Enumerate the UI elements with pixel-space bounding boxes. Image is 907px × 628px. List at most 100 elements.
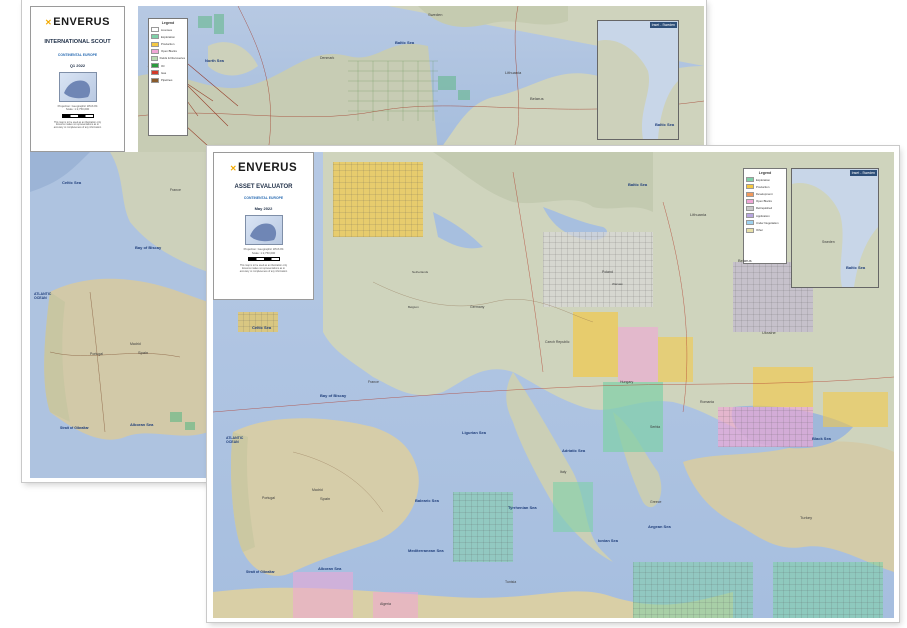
front-label-warsaw: Warsaw <box>612 282 623 286</box>
back-legend-label: Fields & Discoveries <box>159 56 185 61</box>
front-scale-line: Scale: 1:2,750,000 <box>251 250 276 255</box>
back-label-denmark: Denmark <box>320 56 335 60</box>
back-legend-label: Open Blocks <box>161 49 177 54</box>
front-footer-note: This map is to be used as an illustratio… <box>214 264 313 274</box>
back-legend-swatch <box>151 55 158 61</box>
front-label-tyrrhenian-sea: Tyrrhenian Sea <box>508 505 537 510</box>
back-card-title: INTERNATIONAL SCOUT <box>44 39 111 45</box>
front-card-date: May 2022 <box>254 206 273 212</box>
back-map-lower-area <box>30 152 208 478</box>
front-legend-label: Production <box>756 184 770 189</box>
back-locator-map <box>58 71 97 102</box>
front-legend-item: Development <box>746 191 784 197</box>
back-legend-item: Production <box>151 41 185 47</box>
front-label-madrid: Madrid <box>312 488 323 492</box>
front-legend-item: Other <box>746 227 784 233</box>
back-legend-item: Exploration <box>151 34 185 40</box>
front-legend-swatch <box>746 184 754 190</box>
front-label-belgium: Belgium <box>408 305 419 309</box>
front-label-ligurian-sea: Ligurian Sea <box>462 430 487 435</box>
front-locator-map <box>244 215 283 246</box>
front-legend-label: Other <box>756 228 763 232</box>
front-legend-label: Development <box>756 192 773 197</box>
back-legend: Legend Licenses Exploration Production Open… <box>148 18 188 136</box>
back-footer-note: This map is to be used as an illustratio… <box>31 121 124 131</box>
back-label-lithuania: Lithuania <box>505 70 522 75</box>
front-label-serbia: Serbia <box>650 425 661 429</box>
back-label-bay-of-biscay: Bay of Biscay <box>135 245 162 250</box>
back-legend-label: Licenses <box>161 27 173 32</box>
front-legend-label: Exploration <box>756 177 770 182</box>
front-label-aegean-sea: Aegean Sea <box>648 524 671 529</box>
front-label-adriatic-sea: Adriatic Sea <box>562 448 586 453</box>
front-label-celtic-sea: Celtic Sea <box>252 325 272 330</box>
back-legend-swatch <box>151 27 159 33</box>
back-projection: Projection: Geographic WGS 84 Scale: 1:2… <box>31 104 124 112</box>
front-label-portugal: Portugal <box>262 496 276 500</box>
back-label-france: France <box>170 188 181 192</box>
front-label-czech-republic: Czech Republic <box>545 340 570 344</box>
front-label-spain: Spain <box>320 496 331 501</box>
back-card-subtitle: CONTINENTAL EUROPE <box>57 52 98 57</box>
back-legend-label: Oil <box>161 63 165 68</box>
back-label-north-sea: North Sea <box>205 58 224 63</box>
back-legend-swatch <box>151 34 159 40</box>
front-legend-item: Production <box>746 184 784 190</box>
front-logo-text: ENVERUS <box>238 162 298 174</box>
back-legend-label: Pipelines <box>161 78 173 82</box>
back-legend-swatch <box>151 63 159 69</box>
front-label-hungary: Hungary <box>620 380 634 384</box>
front-legend-swatch <box>746 198 754 204</box>
front-legend-item: Under Negotiation <box>746 220 784 226</box>
front-card-subtitle: CONTINENTAL EUROPE <box>243 196 284 201</box>
front-label-alboran-sea: Alboran Sea <box>318 566 342 571</box>
front-label-balearic-sea: Balearic Sea <box>415 498 439 503</box>
front-card-title: ASSET EVALUATOR <box>234 184 293 190</box>
back-label-madrid: Madrid <box>130 342 141 346</box>
front-legend-label: Open Blocks <box>756 199 772 204</box>
front-legend: Legend Exploration Production Development O… <box>743 168 787 264</box>
front-label-tunisia: Tunisia <box>505 580 517 584</box>
back-legend-title: Legend <box>161 21 175 25</box>
front-legend-item: Relinquished <box>746 205 784 211</box>
front-projection: Projection: Geographic WGS 84 Scale: 1:2… <box>214 247 313 255</box>
front-legend-item: Exploration <box>746 177 784 183</box>
front-scale-bar <box>247 256 280 261</box>
back-label-sweden: Sweden <box>428 12 443 17</box>
back-footer-line: accuracy or completeness of any informat… <box>53 126 102 130</box>
front-label-ukraine: Ukraine <box>762 330 776 335</box>
front-label-mediterranean-sea: Mediterranean Sea <box>408 548 444 553</box>
back-logo: ✕ ENVERUS <box>31 16 124 28</box>
front-legend-swatch <box>746 191 754 197</box>
back-legend-item: Oil <box>151 63 185 69</box>
back-card-date: Q1 2022 <box>69 62 86 68</box>
enverus-logo-icon: ✕ <box>229 163 238 173</box>
front-label-france: France <box>368 380 379 384</box>
front-legend-swatch <box>746 227 754 233</box>
front-legend-item: Open Blocks <box>746 198 784 204</box>
back-legend-swatch <box>151 77 159 83</box>
front-legend-title: Legend <box>758 171 772 175</box>
back-legend-item: Licenses <box>151 27 185 33</box>
front-label-black-sea: Black Sea <box>812 436 831 441</box>
front-legend-item: Application <box>746 213 784 219</box>
front-inset-sweden: Inset - Sweden <box>791 168 879 288</box>
back-title-card: ✕ ENVERUS INTERNATIONAL SCOUT CONTINENTA… <box>30 6 125 152</box>
front-label-italy: Italy <box>560 470 567 474</box>
back-legend-swatch <box>151 41 159 47</box>
enverus-logo-icon: ✕ <box>45 17 53 27</box>
back-legend-swatch <box>151 48 159 54</box>
front-label-sweden: Sweden <box>822 240 835 244</box>
front-label-atlantic-ocean: ATLANTIC OCEAN <box>226 436 244 444</box>
front-label-poland: Poland <box>602 270 613 274</box>
back-label-atlantic-ocean: ATLANTIC OCEAN <box>34 292 52 300</box>
front-legend-label: Application <box>756 213 770 218</box>
front-logo: ✕ ENVERUS <box>214 162 313 174</box>
back-legend-item: Fields & Discoveries <box>151 55 185 61</box>
front-label-turkey: Turkey <box>800 515 813 520</box>
front-legend-label: Relinquished <box>756 206 773 211</box>
front-legend-label: Under Negotiation <box>756 220 779 225</box>
front-label-baltic-sea-inset: Baltic Sea <box>846 265 866 270</box>
back-inset-title: Inset - Sweden <box>649 22 677 28</box>
front-legend-swatch <box>746 213 754 219</box>
